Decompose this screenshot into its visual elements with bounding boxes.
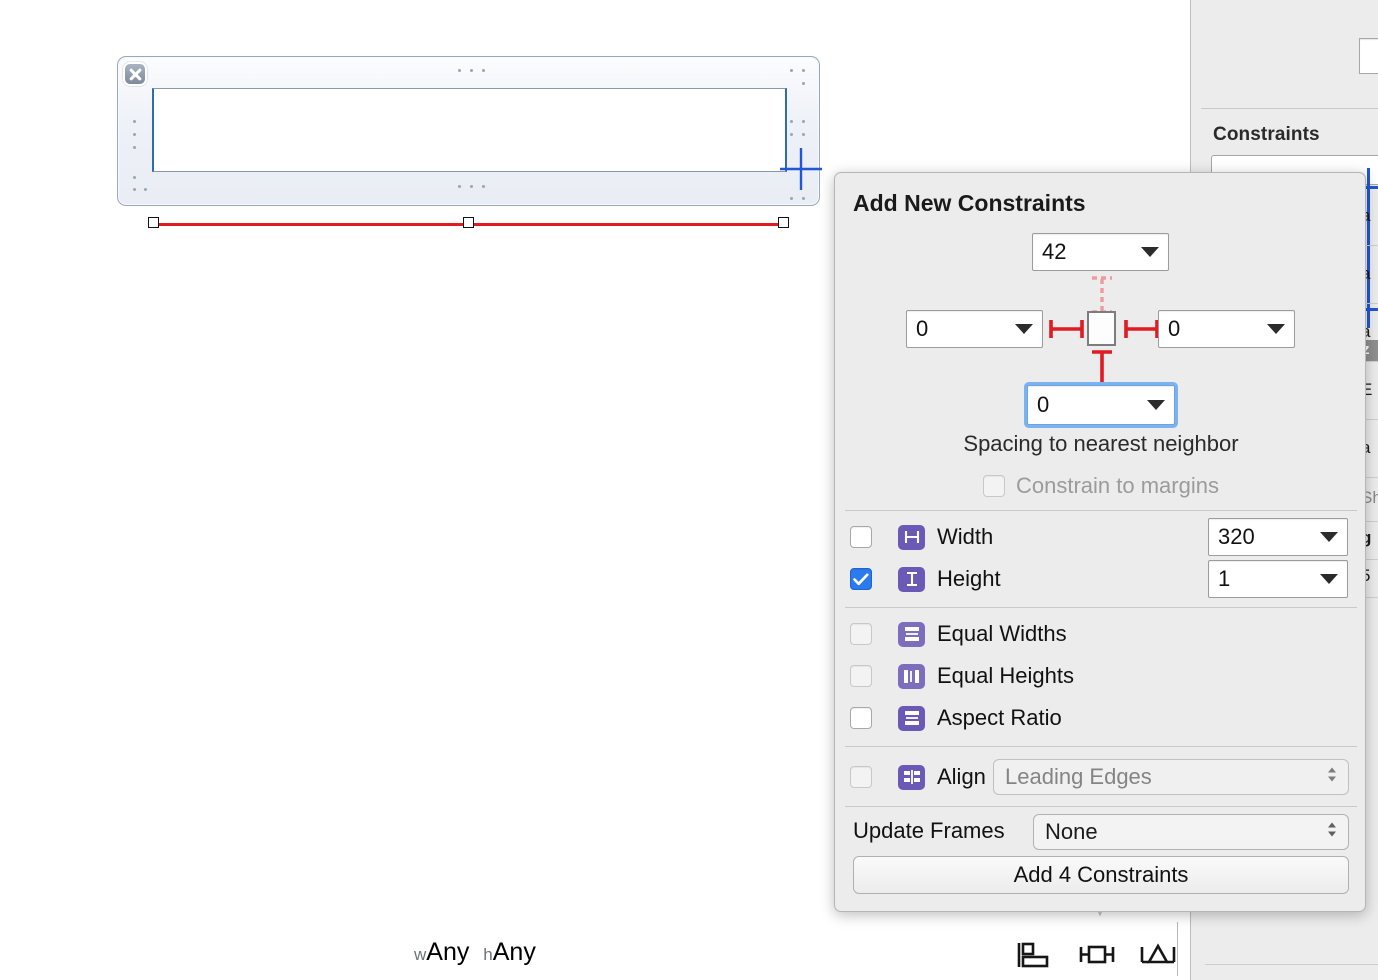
crosshair-cursor [780, 148, 822, 190]
resize-handle[interactable] [148, 217, 159, 228]
chevron-down-icon [1147, 400, 1165, 410]
resize-handle[interactable] [778, 217, 789, 228]
leading-strut-bar-icon[interactable] [1048, 314, 1085, 344]
height-checkbox[interactable] [850, 568, 872, 590]
width-label: Width [937, 524, 994, 549]
chevron-down-icon [1015, 324, 1033, 334]
aspect-ratio-label: Aspect Ratio [937, 705, 1062, 730]
popover-title: Add New Constraints [853, 190, 1086, 216]
popover-divider [845, 746, 1357, 747]
height-icon [898, 566, 925, 592]
constrain-to-margins-checkbox[interactable] [983, 475, 1005, 497]
chevron-down-icon [1320, 574, 1338, 584]
update-frames-label: Update Frames [853, 818, 1005, 843]
leading-spacing-combo[interactable]: 0 [906, 310, 1043, 348]
align-option-value: Leading Edges [1005, 764, 1152, 789]
inspector-section-title: Constraints [1213, 124, 1320, 145]
constrain-to-margins-label: Constrain to margins [1016, 473, 1219, 498]
vertical-spacing-row[interactable]: Vertical 25 [1191, 918, 1378, 960]
top-spacing-combo[interactable]: 42 [1032, 233, 1169, 271]
stack-view-icon[interactable] [1016, 938, 1058, 972]
spacing-caption: Spacing to nearest neighbor [963, 431, 1239, 456]
inspector-divider [1201, 108, 1378, 109]
width-value-combo[interactable]: 320 [1208, 518, 1348, 556]
align-option-popup[interactable]: Leading Edges [993, 759, 1349, 795]
bottom-spacing-combo[interactable]: 0 [1027, 385, 1175, 425]
pin-icon[interactable] [1136, 938, 1180, 972]
constrain-to-margins-row[interactable]: Constrain to margins [835, 473, 1367, 499]
aspect-ratio-row[interactable]: Aspect Ratio [835, 697, 1367, 739]
add-constraints-button[interactable]: Add 4 Constraints [853, 856, 1349, 894]
app-root: wAny hAny Constraints E Sh g Add New Con… [0, 0, 1378, 980]
chevron-down-icon [1141, 247, 1159, 257]
resize-handle[interactable] [463, 217, 474, 228]
height-value: 1 [1218, 566, 1231, 591]
aspect-ratio-checkbox[interactable] [850, 707, 872, 729]
popover-divider [845, 510, 1357, 511]
align-label: Align [937, 764, 986, 789]
inspector-top-field[interactable] [1359, 38, 1378, 74]
trailing-spacing-value: 0 [1168, 316, 1181, 341]
inspector-bottom-divider [1205, 964, 1378, 965]
top-spacing-value: 42 [1042, 239, 1067, 264]
view-proxy-box [1087, 311, 1116, 346]
update-frames-value: None [1045, 819, 1098, 844]
autolayout-toolbar[interactable] [1016, 938, 1180, 972]
equal-heights-icon [898, 663, 925, 689]
update-frames-popup[interactable]: None [1033, 814, 1349, 850]
bottom-strut-icon[interactable] [1084, 349, 1120, 387]
aspect-ratio-icon [898, 705, 925, 731]
equal-heights-checkbox[interactable] [850, 665, 872, 687]
close-view-button[interactable] [123, 62, 147, 86]
chevron-updown-icon [1325, 765, 1339, 790]
equal-widths-checkbox[interactable] [850, 623, 872, 645]
align-icon [898, 764, 925, 790]
equal-heights-row[interactable]: Equal Heights [835, 655, 1367, 697]
equal-widths-label: Equal Widths [937, 621, 1067, 646]
chevron-down-icon [1320, 532, 1338, 542]
trailing-strut-bar-icon[interactable] [1123, 314, 1160, 344]
canvas-bottom-bar [0, 922, 1190, 980]
top-strut-icon[interactable] [1084, 275, 1120, 315]
height-value-combo[interactable]: 1 [1208, 560, 1348, 598]
toolbar-separator [1177, 922, 1178, 976]
align-checkbox[interactable] [850, 766, 872, 788]
trailing-spacing-combo[interactable]: 0 [1158, 310, 1295, 348]
chevron-down-icon [1267, 324, 1285, 334]
width-icon [898, 524, 925, 550]
close-icon [129, 68, 141, 80]
equal-heights-label: Equal Heights [937, 663, 1074, 688]
equal-widths-icon [898, 621, 925, 647]
add-new-constraints-popover[interactable]: Add New Constraints 42 0 0 0 Spacing to … [834, 172, 1366, 912]
popover-divider [845, 607, 1357, 608]
view-content-area[interactable] [152, 88, 787, 172]
equal-widths-row[interactable]: Equal Widths [835, 613, 1367, 655]
chevron-updown-icon [1325, 820, 1339, 845]
bottom-spacing-value: 0 [1037, 392, 1050, 417]
width-checkbox[interactable] [850, 526, 872, 548]
width-value: 320 [1218, 524, 1255, 549]
height-label: Height [937, 566, 1001, 591]
popover-divider [845, 806, 1357, 807]
align-icon[interactable] [1075, 938, 1119, 972]
checkmark-icon [853, 572, 869, 585]
leading-spacing-value: 0 [916, 316, 929, 341]
selected-view[interactable] [117, 56, 820, 228]
